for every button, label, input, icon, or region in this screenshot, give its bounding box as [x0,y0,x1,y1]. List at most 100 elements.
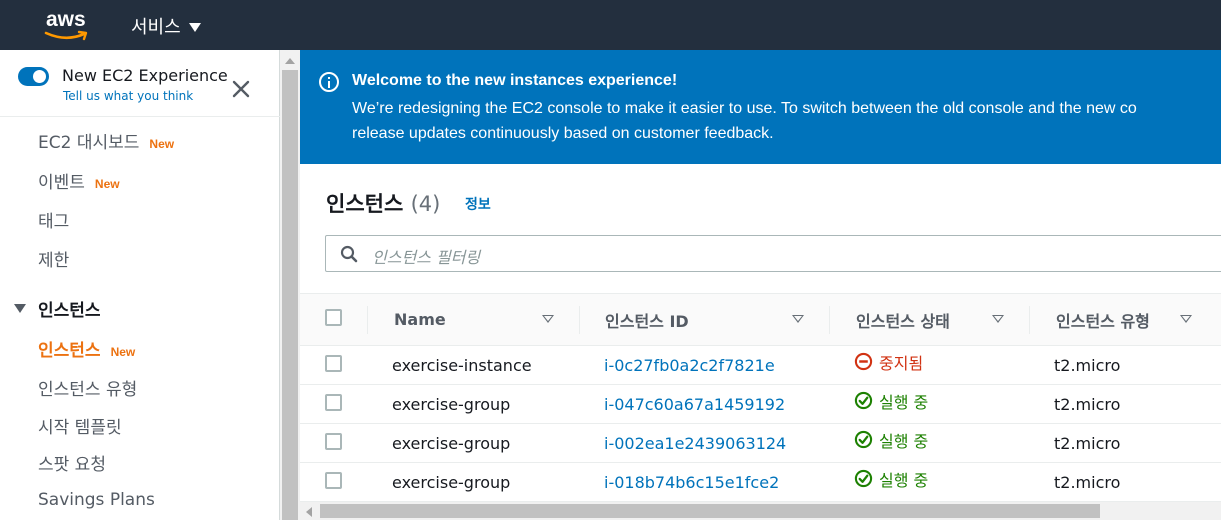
check-circle-icon [854,391,873,410]
table-row[interactable]: exercise-group i-002ea1e2439063124 실행 중 … [300,424,1221,463]
new-experience-toggle[interactable] [18,67,49,86]
close-icon[interactable] [231,78,251,100]
table-row[interactable]: exercise-group i-047c60a67a1459192 실행 중 … [300,385,1221,424]
table-row[interactable]: exercise-group i-018b74b6c15e1fce2 실행 중 … [300,463,1221,502]
instance-name: exercise-instance [392,356,532,375]
instance-state-text: 실행 중 [879,431,929,451]
check-circle-icon [854,469,873,488]
select-all-checkbox[interactable] [325,309,342,326]
aws-logo[interactable]: aws [44,8,90,41]
scrollbar-thumb[interactable] [282,70,298,520]
aws-smile-icon [44,30,88,41]
search-placeholder: 인스턴스 필터링 [372,248,481,267]
new-experience-title: New EC2 Experience [62,66,228,85]
column-header-instance-type[interactable]: 인스턴스 유형 [1056,294,1221,345]
column-header-label: 인스턴스 상태 [856,311,950,331]
sidebar-item-label: 인스턴스 유형 [38,380,138,400]
instance-type: t2.micro [1054,356,1121,375]
sidebar-item-label: 스팟 요청 [38,455,106,475]
feedback-link[interactable]: Tell us what you think [63,89,193,103]
column-divider [579,306,580,334]
search-input[interactable]: 인스턴스 필터링 [325,235,1221,272]
banner-body: We’re redesigning the EC2 console to mak… [352,96,1137,146]
instance-type: t2.micro [1054,434,1121,453]
column-header-instance-state[interactable]: 인스턴스 상태 [856,294,1036,345]
stopped-icon [854,352,873,371]
sidebar-item-savings-plans[interactable]: Savings Plans [38,490,155,510]
row-checkbox[interactable] [325,394,342,411]
instance-name: exercise-group [392,395,511,414]
sidebar-item-label: EC2 대시보드 [38,133,140,153]
column-header-instance-id[interactable]: 인스턴스 ID [605,294,825,345]
table-row[interactable]: exercise-instance i-0c27fb0a2c2f7821e 중지… [300,346,1221,385]
check-circle-icon [854,430,873,449]
sidebar-item-label: 제한 [38,251,70,271]
column-header-label: 인스턴스 ID [605,311,689,331]
sort-icon[interactable] [992,315,1004,323]
aws-logo-text: aws [46,8,86,31]
services-label: 서비스 [131,17,181,38]
sidebar-item-ec2-dashboard[interactable]: EC2 대시보드 New [38,128,174,153]
sidebar-item-tags[interactable]: 태그 [38,207,69,232]
sidebar-item-label: 이벤트 [38,173,85,193]
top-navigation: aws 서비스 [0,0,1221,50]
instance-state: 실행 중 [854,385,928,424]
scrollbar-thumb[interactable] [320,504,1100,518]
sidebar-item-instance-types[interactable]: 인스턴스 유형 [38,375,137,400]
sidebar-item-instances[interactable]: 인스턴스 New [38,336,135,361]
sort-icon[interactable] [542,315,554,323]
column-header-label: 인스턴스 유형 [1056,311,1150,331]
sort-icon[interactable] [1180,315,1192,323]
column-header-name[interactable]: Name [394,294,574,345]
instance-name: exercise-group [392,473,511,492]
toggle-knob [33,70,46,83]
welcome-banner: Welcome to the new instances experience!… [300,50,1221,164]
column-divider [829,306,830,334]
row-checkbox[interactable] [325,472,342,489]
row-checkbox[interactable] [325,433,342,450]
instance-type: t2.micro [1054,473,1121,492]
scroll-up-arrow-icon[interactable] [285,58,295,64]
info-link[interactable]: 정보 [465,194,491,214]
services-menu-button[interactable]: 서비스 [131,13,201,39]
scroll-left-arrow-icon[interactable] [306,507,312,517]
banner-line: We’re redesigning the EC2 console to mak… [352,100,1137,117]
instance-name: exercise-group [392,434,511,453]
sidebar-item-spot-requests[interactable]: 스팟 요청 [38,450,106,475]
banner-line: release updates continuously based on cu… [352,125,774,142]
table-header: Name 인스턴스 ID 인스턴스 상태 인스턴스 유형 [300,293,1221,346]
instance-state: 실행 중 [854,424,928,463]
instance-id-link[interactable]: i-047c60a67a1459192 [604,385,785,424]
page-title: 인스턴스 (4) [326,188,440,218]
instance-id-link[interactable]: i-0c27fb0a2c2f7821e [604,346,775,385]
instances-panel: 인스턴스 (4) 정보 인스턴스 필터링 Name 인스턴스 ID 인스턴스 상… [300,164,1221,520]
sidebar-section-instances[interactable]: 인스턴스 [14,296,101,321]
instance-id-link[interactable]: i-018b74b6c15e1fce2 [604,463,779,502]
vertical-scrollbar[interactable] [280,50,300,520]
new-experience-box: New EC2 Experience Tell us what you thin… [0,50,280,117]
sidebar-item-label: 태그 [38,212,70,232]
column-divider [367,306,368,334]
search-icon [340,245,358,263]
sidebar-item-label: 인스턴스 [38,341,101,361]
horizontal-scrollbar[interactable] [300,502,1221,520]
column-divider [1029,306,1030,334]
instance-state: 실행 중 [854,463,928,502]
caret-down-icon [188,22,201,32]
row-checkbox[interactable] [325,355,342,372]
sidebar-item-launch-templates[interactable]: 시작 템플릿 [38,413,122,438]
instance-id-link[interactable]: i-002ea1e2439063124 [604,424,786,463]
sidebar: New EC2 Experience Tell us what you thin… [0,50,280,520]
sidebar-item-events[interactable]: 이벤트 New [38,168,120,193]
sidebar-section-label: 인스턴스 [38,301,101,321]
new-badge: New [149,137,175,151]
info-icon [319,72,339,92]
new-badge: New [94,177,120,191]
sidebar-item-limits[interactable]: 제한 [38,246,69,271]
new-badge: New [110,345,136,359]
instance-state-text: 실행 중 [879,470,929,490]
instance-count: (4) [410,192,441,216]
sort-icon[interactable] [792,315,804,323]
column-header-label: Name [394,310,446,329]
caret-down-icon [14,304,26,313]
